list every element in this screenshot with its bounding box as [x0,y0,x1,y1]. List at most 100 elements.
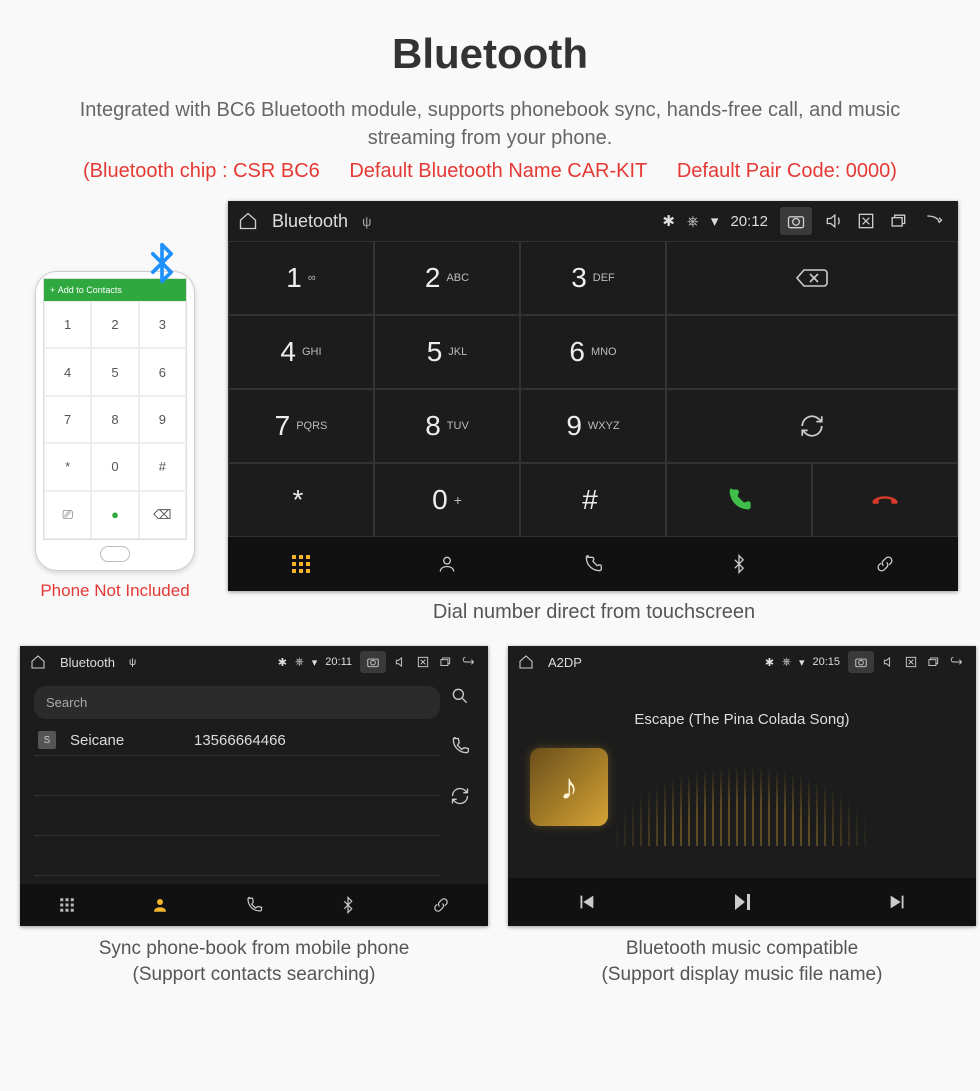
music-visualizer [592,756,892,846]
music-caption: Bluetooth music compatible (Support disp… [508,936,976,987]
back-icon[interactable] [948,655,966,669]
playpause-button[interactable] [664,878,820,926]
tab-bluetooth[interactable] [666,537,812,591]
tab-pair[interactable] [812,537,958,591]
call-button[interactable] [666,463,812,537]
status-time: 20:12 [730,213,768,230]
wifi-icon: ▾ [711,212,719,230]
volume-icon[interactable] [882,655,896,669]
empty-cell [666,315,958,389]
phone-home-button [100,546,130,562]
contact-number: 13566664466 [194,732,286,749]
usb-icon: ψ [362,214,371,229]
close-icon[interactable] [416,655,430,669]
key-4[interactable]: 4GHI [228,315,374,389]
key-hash[interactable]: # [520,463,666,537]
tab-bluetooth[interactable] [301,884,395,926]
spec-name: Default Bluetooth Name CAR-KIT [349,160,647,182]
key-3[interactable]: 3DEF [520,241,666,315]
multitask-icon[interactable] [438,655,452,669]
key-5[interactable]: 5JKL [374,315,520,389]
music-screenshot: A2DP ✱ ⎈ ▾ 20:15 Escape (T [508,646,976,926]
page-title: Bluetooth [20,30,960,78]
status-time: 20:11 [325,656,352,668]
hangup-button[interactable] [812,463,958,537]
refresh-icon[interactable] [450,786,470,806]
status-app-name: A2DP [548,655,582,670]
tab-keypad[interactable] [20,884,114,926]
tab-keypad[interactable] [228,537,374,591]
spec-code: Default Pair Code: 0000) [677,160,897,182]
tab-call-log[interactable] [520,537,666,591]
camera-icon[interactable] [780,207,812,235]
refresh-button[interactable] [666,389,958,463]
page-description: Integrated with BC6 Bluetooth module, su… [60,96,920,152]
wifi-icon: ▾ [312,656,318,669]
tab-call-log[interactable] [207,884,301,926]
home-icon[interactable] [30,654,46,670]
backspace-button[interactable] [666,241,958,315]
dialer-caption: Dial number direct from touchscreen [228,601,960,624]
tab-contacts[interactable] [114,884,208,926]
next-button[interactable] [820,878,976,926]
keypad: 1∞ 2ABC 3DEF 4GHI 5JKL 6MNO 7PQRS 8TUV 9… [228,241,958,537]
location-icon: ⎈ [782,656,791,669]
contact-name: Seicane [70,732,180,749]
track-title: Escape (The Pina Colada Song) [634,711,849,728]
status-bar: Bluetooth ψ ✱ ⎈ ▾ 20:11 [20,646,488,678]
key-2[interactable]: 2ABC [374,241,520,315]
tab-contacts[interactable] [374,537,520,591]
bt-status-icon: ✱ [278,656,287,669]
status-app-name: Bluetooth [60,655,115,670]
search-icon[interactable] [450,686,470,706]
prev-button[interactable] [508,878,664,926]
contact-row[interactable]: S Seicane 13566664466 [34,725,440,756]
multitask-icon[interactable] [926,655,940,669]
dialer-screenshot: Bluetooth ψ ✱ ⎈ ▾ 20:12 [228,201,958,591]
key-7[interactable]: 7PQRS [228,389,374,463]
search-input[interactable]: Search [34,686,440,719]
bt-status-icon: ✱ [765,656,774,669]
call-icon[interactable] [450,736,470,756]
spec-line: (Bluetooth chip : CSR BC6 Default Blueto… [20,160,960,183]
phonebook-screenshot: Bluetooth ψ ✱ ⎈ ▾ 20:11 [20,646,488,926]
usb-icon: ψ [129,657,136,668]
phone-caption: Phone Not Included [20,581,210,601]
bottom-tabs [228,537,958,591]
phone-topbar-label: Add to Contacts [58,285,122,295]
home-icon[interactable] [238,211,258,231]
status-bar: Bluetooth ψ ✱ ⎈ ▾ 20:12 [228,201,958,241]
status-bar: A2DP ✱ ⎈ ▾ 20:15 [508,646,976,678]
contact-badge: S [38,731,56,749]
camera-icon[interactable] [848,651,874,673]
location-icon: ⎈ [295,656,304,669]
volume-icon[interactable] [394,655,408,669]
phonebook-caption: Sync phone-book from mobile phone (Suppo… [20,936,488,987]
bluetooth-icon [140,241,184,285]
status-time: 20:15 [812,656,840,668]
camera-icon[interactable] [360,651,386,673]
key-0[interactable]: 0+ [374,463,520,537]
key-6[interactable]: 6MNO [520,315,666,389]
close-icon[interactable] [904,655,918,669]
location-icon: ⎈ [687,213,699,230]
key-8[interactable]: 8TUV [374,389,520,463]
multitask-icon[interactable] [888,211,908,231]
phone-keypad: 123 456 789 *0# ⎚●⌫ [44,301,186,539]
close-icon[interactable] [856,211,876,231]
bt-status-icon: ✱ [662,212,675,230]
volume-icon[interactable] [824,211,844,231]
spec-chip: (Bluetooth chip : CSR BC6 [83,160,320,182]
back-icon[interactable] [460,655,478,669]
key-star[interactable]: * [228,463,374,537]
tab-pair[interactable] [394,884,488,926]
bottom-tabs [20,884,488,926]
phone-topbar-plus: + [50,285,55,295]
key-1[interactable]: 1∞ [228,241,374,315]
back-icon[interactable] [920,211,948,231]
key-9[interactable]: 9WXYZ [520,389,666,463]
wifi-icon: ▾ [799,656,805,669]
status-app-name: Bluetooth [272,211,348,232]
home-icon[interactable] [518,654,534,670]
music-controls [508,878,976,926]
